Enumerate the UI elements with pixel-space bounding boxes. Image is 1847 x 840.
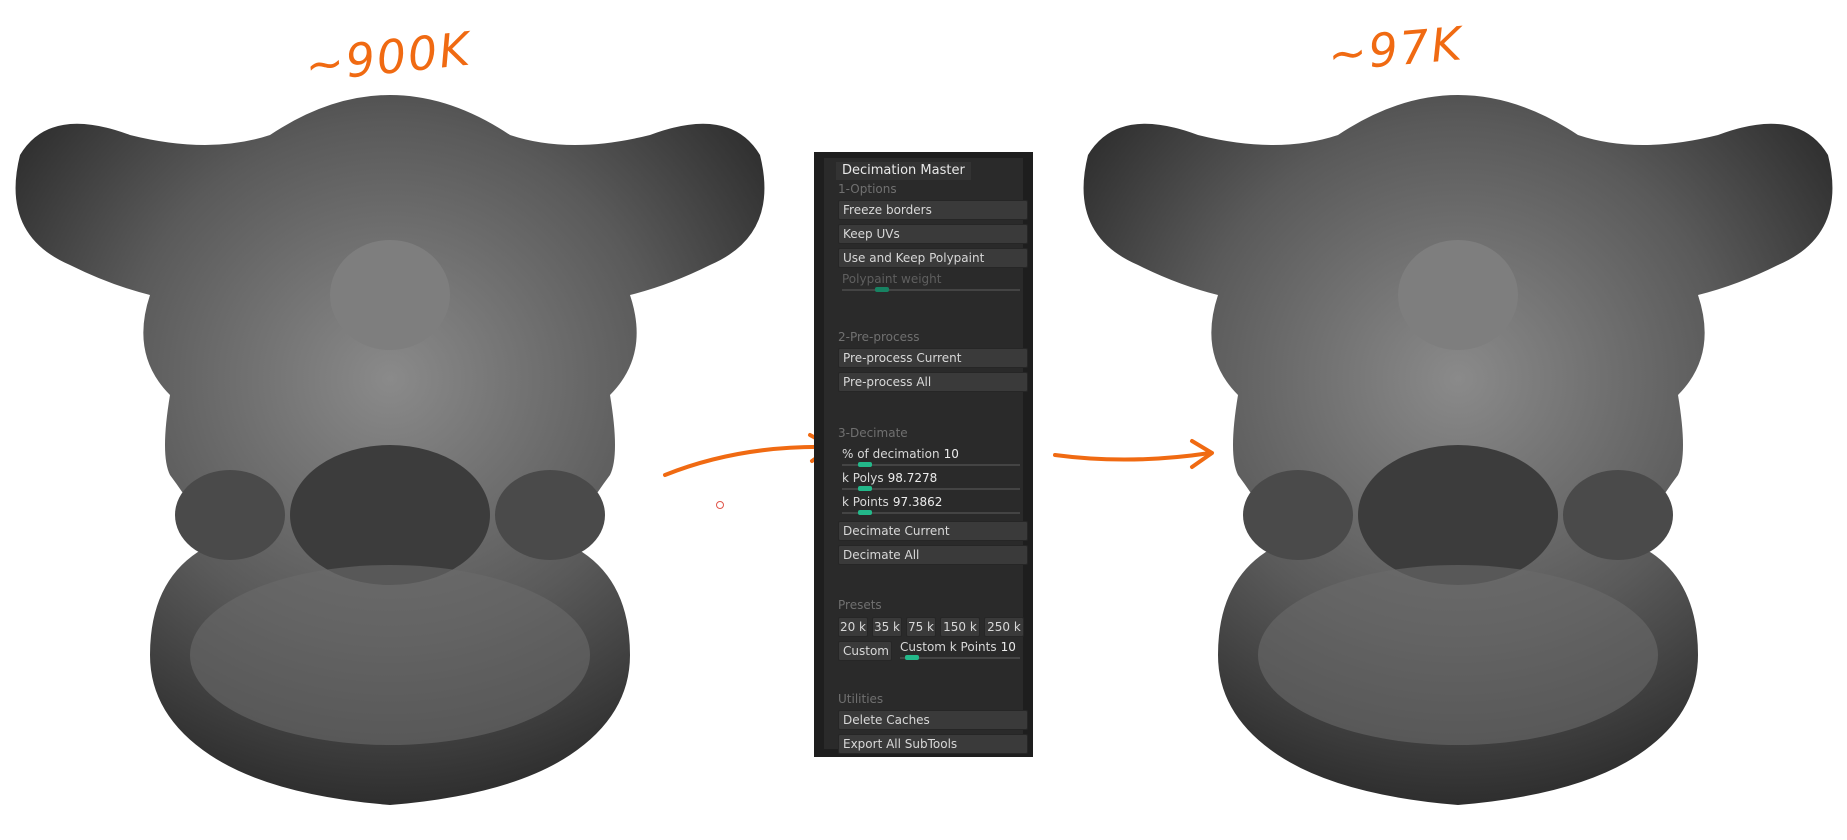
custom-kpoints-label: Custom k Points 10 [900,640,1016,654]
custom-kpoints-slider[interactable]: Custom k Points 10 [896,640,1028,662]
custom-kpoints-value: 10 [1000,640,1016,654]
preset-150k-button[interactable]: 150 k [940,617,980,637]
section-utilities-label: Utilities [838,692,884,706]
polypaint-weight-slider[interactable]: Polypaint weight [838,272,1028,294]
decimation-master-panel: Decimation Master 1-Options Freeze borde… [814,152,1033,757]
panel-body: Decimation Master 1-Options Freeze borde… [824,158,1028,754]
slider-knob[interactable] [905,655,920,660]
section-decimate-label: 3-Decimate [838,426,908,440]
slider-track [842,289,1020,291]
section-options-label: 1-Options [838,182,897,196]
kpolys-slider[interactable]: k Polys 98.7278 [838,471,1028,493]
slider-knob[interactable] [874,287,889,292]
annotation-low-poly: ~97K [1325,16,1466,82]
kpolys-value: 98.7278 [887,471,938,485]
use-keep-polypaint-button[interactable]: Use and Keep Polypaint [838,248,1028,268]
arrow-to-panel [663,433,834,477]
kpolys-label: k Polys 98.7278 [842,471,938,485]
freeze-borders-button[interactable]: Freeze borders [838,200,1028,220]
sculpt-render-high-poly [15,95,765,805]
presets-row: 20 k 35 k 75 k 150 k 250 k [838,617,1028,637]
cursor-dot [716,501,724,509]
custom-preset-button[interactable]: Custom [838,641,892,661]
section-presets-label: Presets [838,598,882,612]
slider-knob[interactable] [858,462,873,467]
decimate-all-button[interactable]: Decimate All [838,545,1028,565]
preset-35k-button[interactable]: 35 k [872,617,902,637]
arrow-to-result [1053,439,1214,469]
preprocess-all-button[interactable]: Pre-process All [838,372,1028,392]
slider-knob[interactable] [858,510,873,515]
polypaint-weight-label: Polypaint weight [842,272,942,286]
percent-decimation-slider[interactable]: % of decimation 10 [838,447,1028,469]
section-preprocess-label: 2-Pre-process [838,330,920,344]
kpoints-label: k Points 97.3862 [842,495,943,509]
slider-knob[interactable] [858,486,873,491]
preset-75k-button[interactable]: 75 k [906,617,936,637]
kpoints-slider[interactable]: k Points 97.3862 [838,495,1028,517]
panel-title[interactable]: Decimation Master [836,162,971,180]
preset-250k-button[interactable]: 250 k [984,617,1024,637]
kpoints-value: 97.3862 [892,495,943,509]
percent-decimation-label: % of decimation 10 [842,447,959,461]
decimate-current-button[interactable]: Decimate Current [838,521,1028,541]
delete-caches-button[interactable]: Delete Caches [838,710,1028,730]
percent-decimation-value: 10 [943,447,959,461]
annotation-high-poly: ~900K [302,21,474,93]
preset-20k-button[interactable]: 20 k [838,617,868,637]
preprocess-current-button[interactable]: Pre-process Current [838,348,1028,368]
keep-uvs-button[interactable]: Keep UVs [838,224,1028,244]
export-all-subtools-button[interactable]: Export All SubTools [838,734,1028,754]
